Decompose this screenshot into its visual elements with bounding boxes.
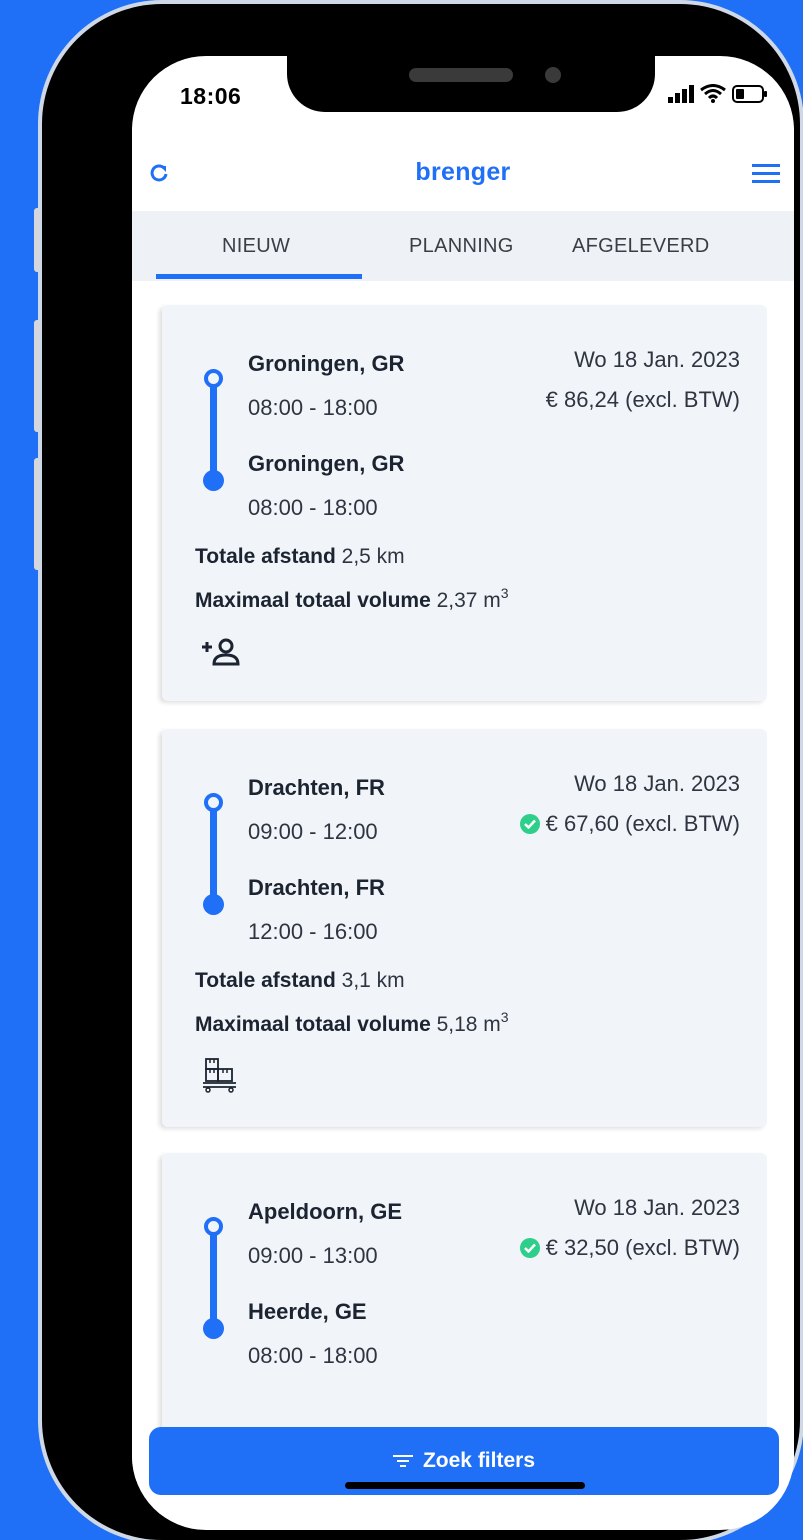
distance-row: Totale afstand 2,5 km xyxy=(195,545,405,569)
battery-icon xyxy=(732,84,767,103)
distance-row: Totale afstand 3,1 km xyxy=(195,969,405,993)
pickup-hours: 08:00 - 18:00 xyxy=(248,395,378,420)
route-end-marker xyxy=(203,894,224,915)
notch xyxy=(287,56,655,112)
job-list[interactable]: Groningen, GR 08:00 - 18:00 Groningen, G… xyxy=(132,281,794,1481)
signal-icon xyxy=(668,84,694,103)
home-indicator[interactable] xyxy=(345,1482,585,1489)
hamburger-menu-icon[interactable] xyxy=(752,163,780,190)
speaker xyxy=(409,68,513,82)
tab-bar: NIEUW PLANNING AFGELEVERD xyxy=(132,211,794,281)
pickup-city: Apeldoorn, GE xyxy=(248,1199,402,1224)
volume-label: Maximaal totaal volume xyxy=(195,589,431,612)
search-filters-label: Zoek filters xyxy=(422,1449,536,1472)
phone-screen: 18:06 brenger NIEUW PLANNING AFGELEVERD … xyxy=(132,56,794,1530)
job-price-text: € 32,50 (excl. BTW) xyxy=(545,1235,740,1260)
delivery-hours: 08:00 - 18:00 xyxy=(248,1343,378,1368)
volume-row: Maximaal totaal volume 2,37 m3 xyxy=(195,585,509,613)
distance-value: 3,1 km xyxy=(341,969,405,992)
tab-afgeleverd[interactable]: AFGELEVERD xyxy=(572,235,709,258)
route-line xyxy=(210,1231,217,1331)
volume-label: Maximaal totaal volume xyxy=(195,1013,431,1036)
delivery-city: Groningen, GR xyxy=(248,451,405,476)
route-end-marker xyxy=(203,470,224,491)
volume-value: 5,18 m xyxy=(436,1013,501,1036)
front-camera xyxy=(545,67,561,83)
route-line xyxy=(210,807,217,907)
delivery-hours: 08:00 - 18:00 xyxy=(248,495,378,520)
job-card[interactable]: Drachten, FR 09:00 - 12:00 Drachten, FR … xyxy=(162,729,767,1127)
brand-logo: brenger xyxy=(415,158,511,186)
job-price: € 32,50 (excl. BTW) xyxy=(519,1235,740,1261)
add-person-icon xyxy=(200,637,240,672)
job-price-text: € 86,24 (excl. BTW) xyxy=(545,387,740,412)
phone-frame: 18:06 brenger NIEUW PLANNING AFGELEVERD … xyxy=(42,4,800,1540)
verified-check-icon xyxy=(519,814,540,834)
job-price: € 86,24 (excl. BTW) xyxy=(546,387,740,413)
status-time: 18:06 xyxy=(180,83,242,109)
tab-planning[interactable]: PLANNING xyxy=(409,235,514,258)
job-card[interactable]: Groningen, GR 08:00 - 18:00 Groningen, G… xyxy=(162,305,767,701)
pallet-boxes-icon xyxy=(200,1055,240,1100)
distance-value: 2,5 km xyxy=(341,545,405,568)
route-start-marker xyxy=(204,1217,223,1236)
wifi-icon xyxy=(700,84,726,103)
pickup-hours: 09:00 - 13:00 xyxy=(248,1243,378,1268)
verified-check-icon xyxy=(519,1238,540,1258)
route-start-marker xyxy=(204,793,223,812)
pickup-hours: 09:00 - 12:00 xyxy=(248,819,378,844)
tab-nieuw[interactable]: NIEUW xyxy=(222,235,290,258)
route-end-marker xyxy=(203,1318,224,1339)
delivery-city: Heerde, GE xyxy=(248,1299,367,1324)
job-date: Wo 18 Jan. 2023 xyxy=(574,347,740,372)
distance-label: Totale afstand xyxy=(195,969,336,992)
delivery-hours: 12:00 - 16:00 xyxy=(248,919,378,944)
job-price: € 67,60 (excl. BTW) xyxy=(519,811,740,837)
volume-row: Maximaal totaal volume 5,18 m3 xyxy=(195,1009,509,1037)
volume-unit-power: 3 xyxy=(500,585,509,601)
job-date: Wo 18 Jan. 2023 xyxy=(574,1195,740,1220)
route-line xyxy=(210,383,217,483)
job-date: Wo 18 Jan. 2023 xyxy=(574,771,740,796)
filter-icon xyxy=(392,1455,413,1467)
pickup-city: Drachten, FR xyxy=(248,775,385,800)
distance-label: Totale afstand xyxy=(195,545,336,568)
active-tab-indicator xyxy=(156,274,362,279)
status-icons xyxy=(668,84,768,103)
app-bar: brenger xyxy=(132,149,794,211)
volume-value: 2,37 m xyxy=(436,589,501,612)
pickup-city: Groningen, GR xyxy=(248,351,405,376)
delivery-city: Drachten, FR xyxy=(248,875,385,900)
volume-unit-power: 3 xyxy=(500,1009,509,1025)
job-price-text: € 67,60 (excl. BTW) xyxy=(545,811,740,836)
route-start-marker xyxy=(204,369,223,388)
